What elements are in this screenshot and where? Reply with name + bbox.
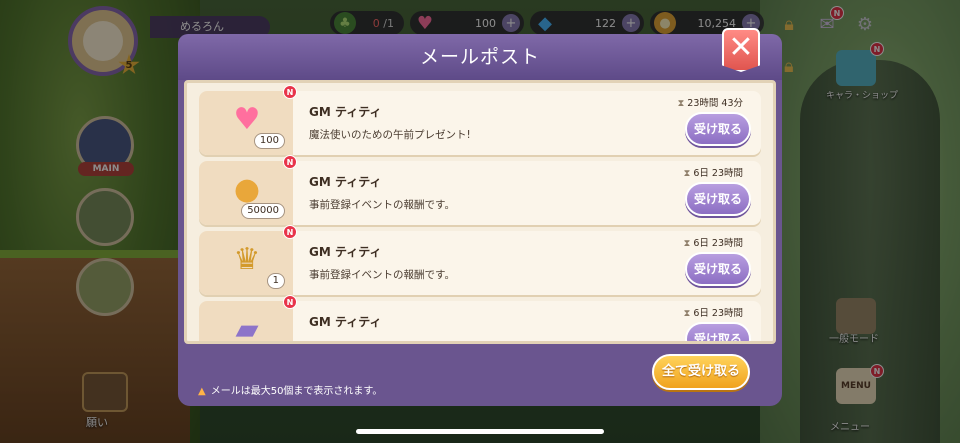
mail-sender: GM ティティ (309, 105, 382, 119)
receive-button[interactable]: 受け取る (685, 252, 751, 286)
modal-body: ♥ 100 N GM ティティ 魔法使いのための午前プレゼント! ⧗ 23時間 4… (178, 80, 782, 406)
mail-message: 魔法使いのための午前プレゼント! (309, 129, 471, 141)
mail-thumb: ♥ 100 N (199, 85, 297, 155)
time-left-text: 6日 23時間 (693, 238, 743, 249)
mail-sender: GM ティティ (309, 175, 382, 189)
ticket-item-icon: ▰ (235, 311, 259, 344)
hourglass-icon: ⧗ (683, 308, 691, 319)
receive-button[interactable]: 受け取る (685, 322, 751, 341)
mail-thumb: ● 50000 N (199, 155, 297, 225)
time-left-text: 23時間 43分 (687, 98, 743, 109)
mail-thumb: ♛ 1 N (199, 225, 297, 295)
mail-item: ● 50000 N GM ティティ 事前登録イベントの報酬です。 ⧗ 6日 23時… (199, 155, 761, 225)
time-left-text: 6日 23時間 (693, 308, 743, 319)
home-indicator[interactable] (356, 429, 604, 434)
receive-button[interactable]: 受け取る (685, 182, 751, 216)
mail-list[interactable]: ♥ 100 N GM ティティ 魔法使いのための午前プレゼント! ⧗ 23時間 4… (184, 80, 776, 344)
coin-item-icon: ● (233, 171, 261, 207)
mail-time-left: ⧗ 23時間 43分 (678, 95, 743, 109)
new-badge: N (283, 155, 297, 169)
mail-message: 事前登録イベントの報酬です。 (309, 199, 455, 211)
hourglass-icon: ⧗ (683, 168, 691, 179)
new-badge: N (283, 85, 297, 99)
mail-limit-notice: ▲ メールは最大50個まで表示されます。 (198, 382, 382, 397)
mail-item: ▰ N GM ティティ ⧗ 6日 23時間 受け取る (199, 295, 761, 344)
mail-message: 事前登録イベントの報酬です。 (309, 269, 455, 281)
mail-time-left: ⧗ 6日 23時間 (684, 235, 743, 249)
treasure-box-icon: ♛ (233, 241, 261, 277)
time-left-text: 6日 23時間 (693, 168, 743, 179)
claim-all-button[interactable]: 全て受け取る (652, 354, 750, 390)
mailbox-modal: メールポスト ✕ ♥ 100 N GM ティティ 魔法使いのための午前プレゼント… (178, 28, 782, 406)
mail-time-left: ⧗ 6日 23時間 (684, 165, 743, 179)
heart-item-icon: ♥ (233, 101, 261, 137)
item-quantity: 100 (253, 133, 285, 149)
new-badge: N (283, 295, 297, 309)
mail-sender: GM ティティ (309, 245, 382, 259)
mail-item: ♛ 1 N GM ティティ 事前登録イベントの報酬です。 ⧗ 6日 23時間 受け… (199, 225, 761, 295)
mail-sender: GM ティティ (309, 315, 382, 329)
item-quantity: 50000 (241, 203, 285, 219)
close-button[interactable]: ✕ (722, 28, 760, 72)
notice-text: メールは最大50個まで表示されます。 (210, 386, 383, 397)
hourglass-icon: ⧗ (683, 238, 691, 249)
warning-icon: ▲ (198, 386, 206, 397)
item-quantity: 1 (266, 273, 285, 289)
mail-time-left: ⧗ 6日 23時間 (684, 305, 743, 319)
hourglass-icon: ⧗ (677, 98, 685, 109)
receive-button[interactable]: 受け取る (685, 112, 751, 146)
modal-title: メールポスト (178, 34, 782, 80)
mail-item: ♥ 100 N GM ティティ 魔法使いのための午前プレゼント! ⧗ 23時間 4… (199, 85, 761, 155)
mail-thumb: ▰ N (199, 295, 297, 344)
new-badge: N (283, 225, 297, 239)
